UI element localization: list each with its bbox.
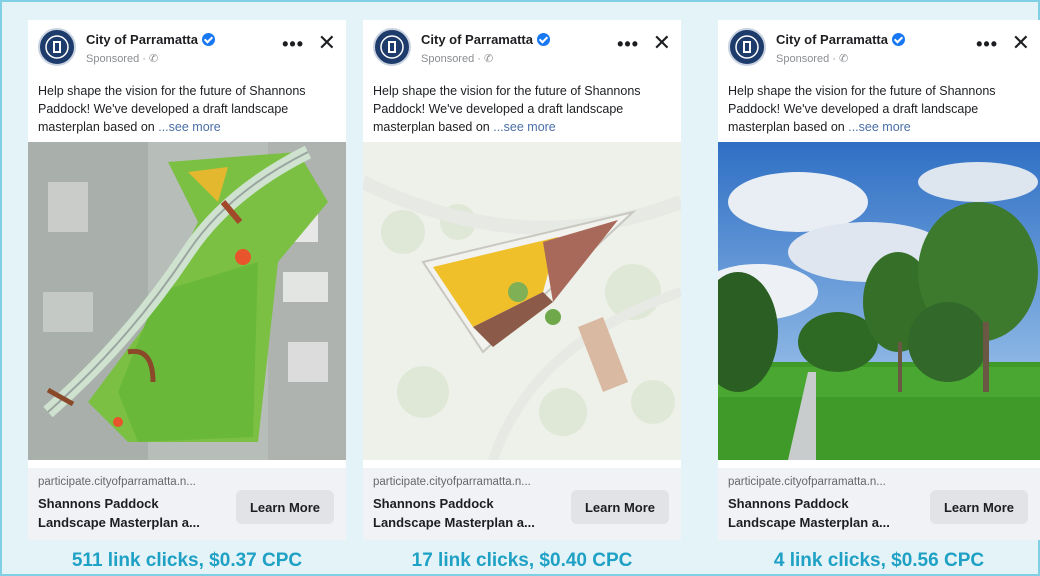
ad-image-masterplan-aerial[interactable]: [28, 142, 346, 460]
verified-badge-icon: [891, 33, 905, 46]
sponsored-label: Sponsored · ✆: [421, 53, 494, 65]
link-headline[interactable]: Shannons Paddock Landscape Masterplan a.…: [728, 494, 918, 532]
ad-header: City of Parramatta Sponsored · ✆ ••• ✕ H…: [363, 20, 681, 138]
ad-header: City of Parramatta Sponsored · ✆ ••• ✕ H…: [718, 20, 1040, 138]
ad-footer[interactable]: participate.cityofparramatta.n... Shanno…: [28, 468, 346, 540]
sponsored-label: Sponsored · ✆: [86, 53, 159, 65]
verified-badge-icon: [536, 33, 550, 46]
close-icon[interactable]: ✕: [1012, 30, 1030, 56]
page-name-link[interactable]: City of Parramatta: [86, 32, 198, 47]
ad-3-performance-stat: 4 link clicks, $0.56 CPC: [773, 550, 985, 571]
ad-2-performance-stat: 17 link clicks, $0.40 CPC: [411, 550, 633, 571]
see-more-link[interactable]: ...see more: [158, 120, 221, 134]
facebook-ad-card-3: City of Parramatta Sponsored · ✆ ••• ✕ H…: [718, 20, 1040, 540]
see-more-link[interactable]: ...see more: [848, 120, 911, 134]
ad-footer[interactable]: participate.cityofparramatta.n... Shanno…: [718, 468, 1040, 540]
ad-comparison-board: City of Parramatta Sponsored · ✆ ••• ✕ H…: [0, 0, 1040, 576]
see-more-link[interactable]: ...see more: [493, 120, 556, 134]
city-logo-icon[interactable]: [38, 28, 76, 66]
learn-more-button[interactable]: Learn More: [236, 490, 334, 524]
ad-1-performance-stat: 511 link clicks, $0.37 CPC: [71, 550, 303, 571]
link-domain: participate.cityofparramatta.n...: [373, 476, 531, 488]
city-logo-icon[interactable]: [373, 28, 411, 66]
ad-header: City of Parramatta Sponsored · ✆ ••• ✕ H…: [28, 20, 346, 138]
link-headline[interactable]: Shannons Paddock Landscape Masterplan a.…: [38, 494, 228, 532]
close-icon[interactable]: ✕: [318, 30, 336, 56]
page-name[interactable]: City of Parramatta: [776, 32, 905, 47]
facebook-ad-card-1: City of Parramatta Sponsored · ✆ ••• ✕ H…: [28, 20, 346, 540]
close-icon[interactable]: ✕: [653, 30, 671, 56]
ad-primary-text: Help shape the vision for the future of …: [38, 82, 334, 136]
page-name-link[interactable]: City of Parramatta: [776, 32, 888, 47]
more-options-icon[interactable]: •••: [976, 34, 998, 55]
page-name[interactable]: City of Parramatta: [86, 32, 215, 47]
more-options-icon[interactable]: •••: [617, 34, 639, 55]
learn-more-button[interactable]: Learn More: [571, 490, 669, 524]
ad-primary-text: Help shape the vision for the future of …: [728, 82, 1028, 136]
ad-image-masterplan-detail[interactable]: [363, 142, 681, 460]
page-name-link[interactable]: City of Parramatta: [421, 32, 533, 47]
city-logo-icon[interactable]: [728, 28, 766, 66]
ad-image-park-photo[interactable]: [718, 142, 1040, 460]
facebook-ad-card-2: City of Parramatta Sponsored · ✆ ••• ✕ H…: [363, 20, 681, 540]
link-headline[interactable]: Shannons Paddock Landscape Masterplan a.…: [373, 494, 563, 532]
ad-primary-text: Help shape the vision for the future of …: [373, 82, 669, 136]
learn-more-button[interactable]: Learn More: [930, 490, 1028, 524]
sponsored-label: Sponsored · ✆: [776, 53, 849, 65]
link-domain: participate.cityofparramatta.n...: [38, 476, 196, 488]
verified-badge-icon: [201, 33, 215, 46]
link-domain: participate.cityofparramatta.n...: [728, 476, 886, 488]
page-name[interactable]: City of Parramatta: [421, 32, 550, 47]
ad-footer[interactable]: participate.cityofparramatta.n... Shanno…: [363, 468, 681, 540]
more-options-icon[interactable]: •••: [282, 34, 304, 55]
